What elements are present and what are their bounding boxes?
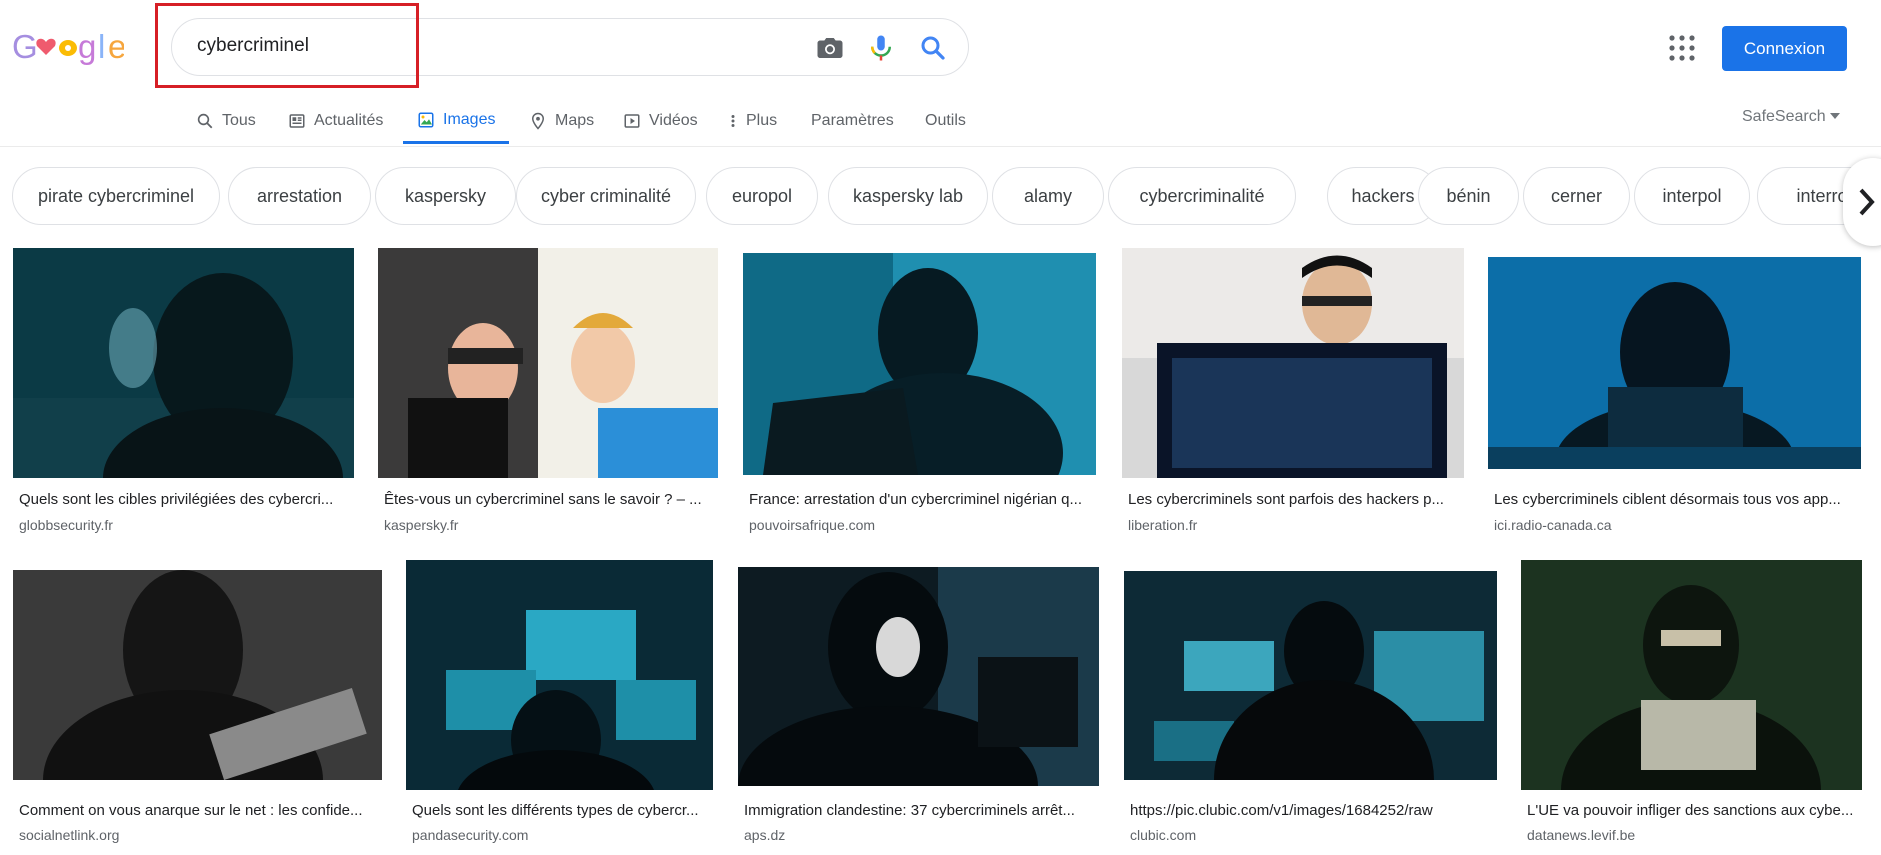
chip[interactable]: arrestation	[228, 167, 371, 225]
tab-settings[interactable]: Paramètres	[811, 98, 894, 144]
image-icon	[418, 112, 434, 127]
chip[interactable]: interpol	[1634, 167, 1750, 225]
image-result[interactable]: Quels sont les différents types de cyber…	[406, 559, 716, 849]
svg-text:g: g	[78, 28, 96, 65]
caret-down-icon	[1830, 113, 1841, 119]
tab-label: Maps	[555, 112, 595, 129]
result-thumbnail[interactable]	[13, 570, 382, 780]
search-input[interactable]: cybercriminel	[197, 35, 309, 57]
result-title: Les cybercriminels sont parfois des hack…	[1128, 491, 1444, 508]
result-site: aps.dz	[744, 827, 786, 843]
tab-label: Plus	[746, 112, 778, 129]
result-title: Quels sont les différents types de cyber…	[412, 802, 699, 819]
chip[interactable]: alamy	[992, 167, 1104, 225]
chip[interactable]: cyber criminalité	[516, 167, 696, 225]
map-pin-icon	[531, 112, 545, 130]
tab-label: Tous	[222, 112, 256, 129]
result-title: L'UE va pouvoir infliger des sanctions a…	[1527, 802, 1854, 819]
image-result[interactable]: Les cybercriminels ciblent désormais tou…	[1488, 247, 1864, 537]
search-icon[interactable]	[918, 33, 948, 63]
svg-text:e: e	[108, 28, 124, 65]
svg-text:G: G	[12, 28, 38, 65]
result-title: https://pic.clubic.com/v1/images/1684252…	[1130, 802, 1433, 819]
search-icon	[197, 113, 213, 129]
tab-label: Images	[443, 110, 496, 128]
image-result[interactable]: France: arrestation d'un cybercriminel n…	[743, 247, 1098, 537]
chip[interactable]: cerner	[1523, 167, 1630, 225]
result-title: Immigration clandestine: 37 cybercrimine…	[744, 802, 1075, 819]
image-result[interactable]: L'UE va pouvoir infliger des sanctions a…	[1521, 559, 1866, 849]
result-title: Les cybercriminels ciblent désormais tou…	[1494, 491, 1841, 508]
tab-maps[interactable]: Maps	[529, 98, 594, 144]
login-button[interactable]: Connexion	[1722, 26, 1847, 71]
chevron-right-icon	[1859, 188, 1875, 216]
result-site: socialnetlink.org	[19, 827, 120, 843]
search-box[interactable]: cybercriminel	[171, 18, 969, 76]
image-result[interactable]: Êtes-vous un cybercriminel sans le savoi…	[378, 247, 719, 537]
result-site: datanews.levif.be	[1527, 827, 1636, 843]
svg-text:l: l	[98, 28, 105, 65]
tab-label: Actualités	[314, 112, 384, 129]
result-title: France: arrestation d'un cybercriminel n…	[749, 491, 1083, 508]
chips-next-button[interactable]	[1843, 158, 1881, 246]
news-icon	[289, 114, 305, 128]
more-vert-icon	[731, 115, 735, 127]
tab-videos[interactable]: Vidéos	[623, 98, 698, 144]
result-site: ici.radio-canada.ca	[1494, 517, 1612, 533]
tab-more[interactable]: Plus	[728, 98, 777, 144]
chip[interactable]: europol	[706, 167, 818, 225]
result-thumbnail[interactable]	[1521, 560, 1862, 790]
chip[interactable]: kaspersky	[375, 167, 516, 225]
result-site: pandasecurity.com	[412, 827, 529, 843]
tab-news[interactable]: Actualités	[288, 98, 383, 144]
tab-label: Vidéos	[649, 112, 698, 129]
result-thumbnail[interactable]	[406, 560, 713, 790]
google-logo[interactable]: G g l e	[12, 24, 126, 68]
tab-images[interactable]: Images	[403, 98, 510, 144]
tab-label: Outils	[925, 112, 966, 129]
tab-label: Paramètres	[811, 112, 894, 129]
result-site: pouvoirsafrique.com	[749, 517, 876, 533]
safesearch-dropdown[interactable]: SafeSearch	[1742, 108, 1841, 126]
result-thumbnail[interactable]	[378, 248, 718, 478]
result-site: globbsecurity.fr	[19, 517, 113, 533]
result-thumbnail[interactable]	[1488, 257, 1861, 469]
image-result[interactable]: Immigration clandestine: 37 cybercrimine…	[738, 559, 1102, 849]
result-thumbnail[interactable]	[13, 248, 354, 478]
microphone-icon[interactable]	[866, 33, 896, 63]
result-title: Comment on vous anarque sur le net : les…	[19, 802, 363, 819]
result-title: Êtes-vous un cybercriminel sans le savoi…	[384, 491, 702, 508]
chip[interactable]: pirate cybercriminel	[12, 167, 220, 225]
play-icon	[624, 114, 640, 128]
result-thumbnail[interactable]	[1124, 571, 1497, 780]
safesearch-label: SafeSearch	[1742, 108, 1826, 125]
image-result[interactable]: Les cybercriminels sont parfois des hack…	[1122, 247, 1467, 537]
header-divider	[0, 146, 1881, 147]
image-result[interactable]: Quels sont les cibles privilégiées des c…	[13, 247, 357, 537]
tab-all[interactable]: Tous	[196, 98, 256, 144]
result-thumbnail[interactable]	[743, 253, 1096, 475]
result-site: liberation.fr	[1128, 517, 1198, 533]
result-site: kaspersky.fr	[384, 517, 459, 533]
camera-icon[interactable]	[815, 33, 845, 63]
result-site: clubic.com	[1130, 827, 1197, 843]
result-title: Quels sont les cibles privilégiées des c…	[19, 491, 334, 508]
chip[interactable]: kaspersky lab	[828, 167, 988, 225]
result-thumbnail[interactable]	[738, 567, 1099, 786]
image-result[interactable]: Comment on vous anarque sur le net : les…	[13, 559, 383, 849]
chip[interactable]: bénin	[1418, 167, 1519, 225]
tab-tools[interactable]: Outils	[925, 98, 966, 144]
result-thumbnail[interactable]	[1122, 248, 1464, 478]
related-searches-chips: pirate cybercriminel arrestation kaspers…	[12, 167, 1881, 227]
chip[interactable]: cybercriminalité	[1108, 167, 1296, 225]
image-result[interactable]: https://pic.clubic.com/v1/images/1684252…	[1124, 559, 1499, 849]
apps-grid-icon[interactable]	[1667, 33, 1697, 63]
